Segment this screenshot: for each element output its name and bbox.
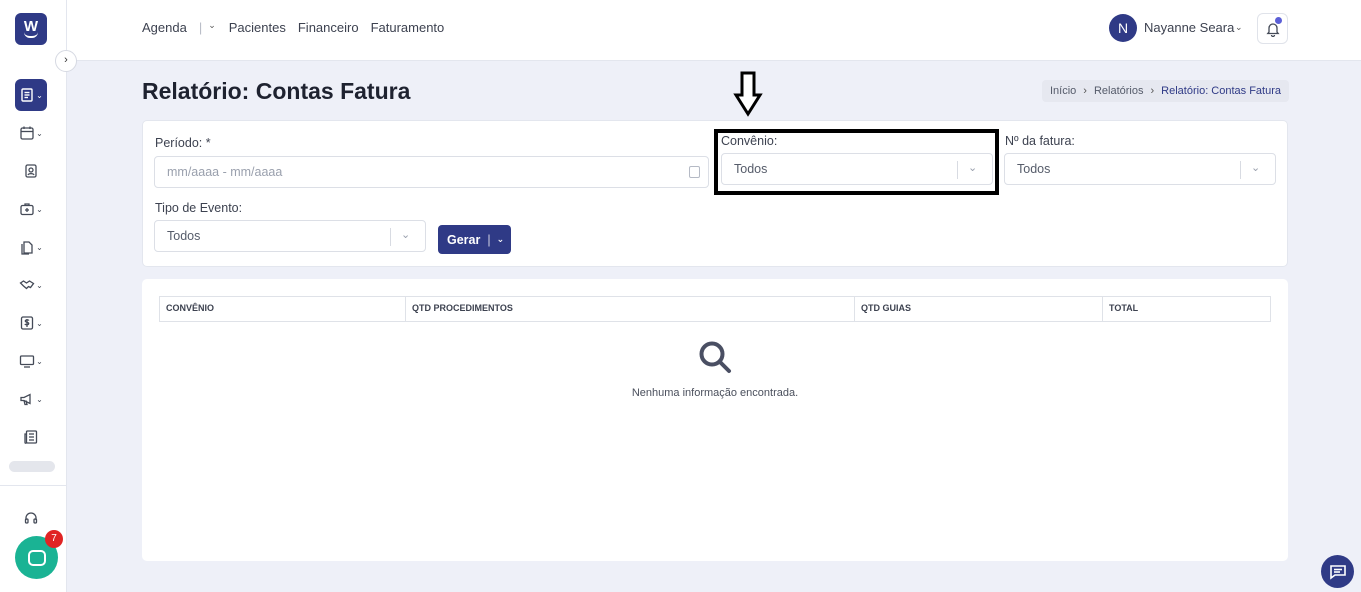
chevron-down-icon: ⌄ bbox=[36, 356, 43, 366]
gerar-label: Gerar bbox=[447, 232, 481, 247]
main-nav: Agenda | ⌄ Pacientes Financeiro Faturament… bbox=[142, 20, 456, 35]
breadcrumb-reports[interactable]: Relatórios bbox=[1094, 80, 1144, 102]
patients-menu[interactable] bbox=[15, 157, 47, 185]
calendar-icon bbox=[20, 126, 34, 140]
monitor-menu[interactable]: ⌄ bbox=[15, 347, 47, 375]
periodo-input[interactable]: mm/aaaa - mm/aaaa bbox=[154, 156, 709, 188]
arrow-down-icon bbox=[733, 71, 763, 117]
headset-icon bbox=[24, 512, 38, 524]
documents-icon bbox=[21, 241, 33, 255]
column-header-total[interactable]: TOTAL bbox=[1103, 297, 1270, 321]
fatura-value: Todos bbox=[1017, 162, 1051, 176]
medical-kit-icon bbox=[20, 203, 34, 216]
reports-icon bbox=[21, 88, 33, 102]
chevron-down-icon[interactable]: ⌄ bbox=[497, 234, 505, 245]
notification-dot bbox=[1275, 17, 1282, 24]
chevron-down-icon: ⌄ bbox=[36, 318, 43, 328]
help-chat-button[interactable] bbox=[1321, 555, 1354, 588]
search-icon bbox=[699, 341, 731, 373]
top-bar: Agenda | ⌄ Pacientes Financeiro Faturament… bbox=[67, 0, 1361, 61]
page-title: Relatório: Contas Fatura bbox=[142, 78, 411, 104]
breadcrumb: Início › Relatórios › Relatório: Contas Fa… bbox=[1042, 80, 1290, 102]
chevron-right-icon: › bbox=[1150, 85, 1155, 97]
column-header-qtd-guias[interactable]: QTD GUIAS bbox=[855, 297, 1103, 321]
message-icon bbox=[1329, 564, 1346, 580]
gerar-button[interactable]: Gerar | ⌄ bbox=[438, 225, 511, 254]
megaphone-icon bbox=[20, 393, 31, 406]
support-menu[interactable] bbox=[15, 504, 47, 532]
chevron-right-icon: › bbox=[1083, 85, 1087, 97]
calendar-icon bbox=[689, 166, 700, 178]
notifications-button[interactable] bbox=[1257, 13, 1288, 44]
finance-icon bbox=[20, 316, 34, 330]
nav-pacientes[interactable]: Pacientes bbox=[229, 20, 286, 35]
periodo-label: Período: * bbox=[155, 136, 211, 150]
chevron-right-icon: › bbox=[64, 54, 68, 66]
tipo-evento-value: Todos bbox=[167, 229, 201, 243]
app-logo[interactable]: W bbox=[15, 13, 47, 45]
chat-badge: 7 bbox=[45, 530, 63, 548]
sidebar: W ⌄ ⌄ ⌄ ⌄ ⌄ ⌄ ⌄ ⌄ bbox=[0, 0, 67, 592]
chevron-down-icon: ⌄ bbox=[401, 229, 411, 241]
sidebar-divider bbox=[0, 485, 66, 486]
column-header-convenio[interactable]: CONVÊNIO bbox=[160, 297, 406, 321]
sidebar-scrollbar[interactable] bbox=[9, 461, 55, 472]
select-divider bbox=[1240, 161, 1241, 179]
chevron-down-icon: ⌄ bbox=[36, 242, 43, 252]
periodo-placeholder: mm/aaaa - mm/aaaa bbox=[167, 165, 283, 179]
chat-icon bbox=[27, 549, 46, 566]
reports-menu[interactable]: ⌄ bbox=[15, 79, 47, 111]
user-name[interactable]: Nayanne Seara bbox=[1144, 20, 1234, 35]
handshake-icon bbox=[19, 280, 35, 290]
fatura-select[interactable]: Todos ⌄ bbox=[1004, 153, 1276, 185]
chevron-down-icon: ⌄ bbox=[1251, 162, 1261, 174]
nav-separator: | bbox=[198, 20, 203, 35]
nav-agenda[interactable]: Agenda bbox=[142, 20, 187, 35]
avatar[interactable]: N bbox=[1109, 14, 1137, 42]
documents-menu[interactable]: ⌄ bbox=[15, 233, 47, 261]
chevron-down-icon: ⌄ bbox=[36, 394, 43, 404]
patient-icon bbox=[25, 164, 37, 178]
table-header: CONVÊNIO QTD PROCEDIMENTOS QTD GUIAS TOT… bbox=[159, 296, 1271, 322]
nav-faturamento[interactable]: Faturamento bbox=[371, 20, 445, 35]
news-menu[interactable] bbox=[15, 423, 47, 451]
agreements-menu[interactable]: ⌄ bbox=[15, 271, 47, 299]
chevron-down-icon[interactable]: ⌄ bbox=[208, 20, 216, 35]
chevron-down-icon: ⌄ bbox=[36, 280, 43, 290]
finance-menu[interactable]: ⌄ bbox=[15, 309, 47, 337]
results-panel: CONVÊNIO QTD PROCEDIMENTOS QTD GUIAS TOT… bbox=[142, 279, 1288, 561]
fatura-label: Nº da fatura: bbox=[1005, 134, 1075, 148]
tipo-evento-label: Tipo de Evento: bbox=[155, 201, 243, 215]
medical-menu[interactable]: ⌄ bbox=[15, 195, 47, 223]
nav-financeiro[interactable]: Financeiro bbox=[298, 20, 359, 35]
chevron-down-icon: ⌄ bbox=[36, 204, 43, 214]
highlight-box bbox=[714, 129, 999, 195]
sidebar-toggle-button[interactable]: › bbox=[55, 50, 77, 72]
news-icon bbox=[24, 430, 38, 444]
chevron-down-icon: ⌄ bbox=[36, 128, 43, 138]
calendar-menu[interactable]: ⌄ bbox=[15, 119, 47, 147]
select-divider bbox=[390, 228, 391, 246]
chevron-down-icon: ⌄ bbox=[36, 90, 43, 100]
breadcrumb-home[interactable]: Início bbox=[1050, 80, 1076, 102]
monitor-icon bbox=[19, 355, 35, 368]
breadcrumb-current: Relatório: Contas Fatura bbox=[1161, 85, 1282, 97]
column-header-qtd-procedimentos[interactable]: QTD PROCEDIMENTOS bbox=[406, 297, 855, 321]
empty-message: Nenhuma informação encontrada. bbox=[631, 387, 799, 399]
chevron-down-icon[interactable]: ⌄ bbox=[1235, 22, 1243, 33]
tipo-evento-select[interactable]: Todos ⌄ bbox=[154, 220, 426, 252]
button-separator: | bbox=[487, 232, 491, 247]
marketing-menu[interactable]: ⌄ bbox=[15, 385, 47, 413]
